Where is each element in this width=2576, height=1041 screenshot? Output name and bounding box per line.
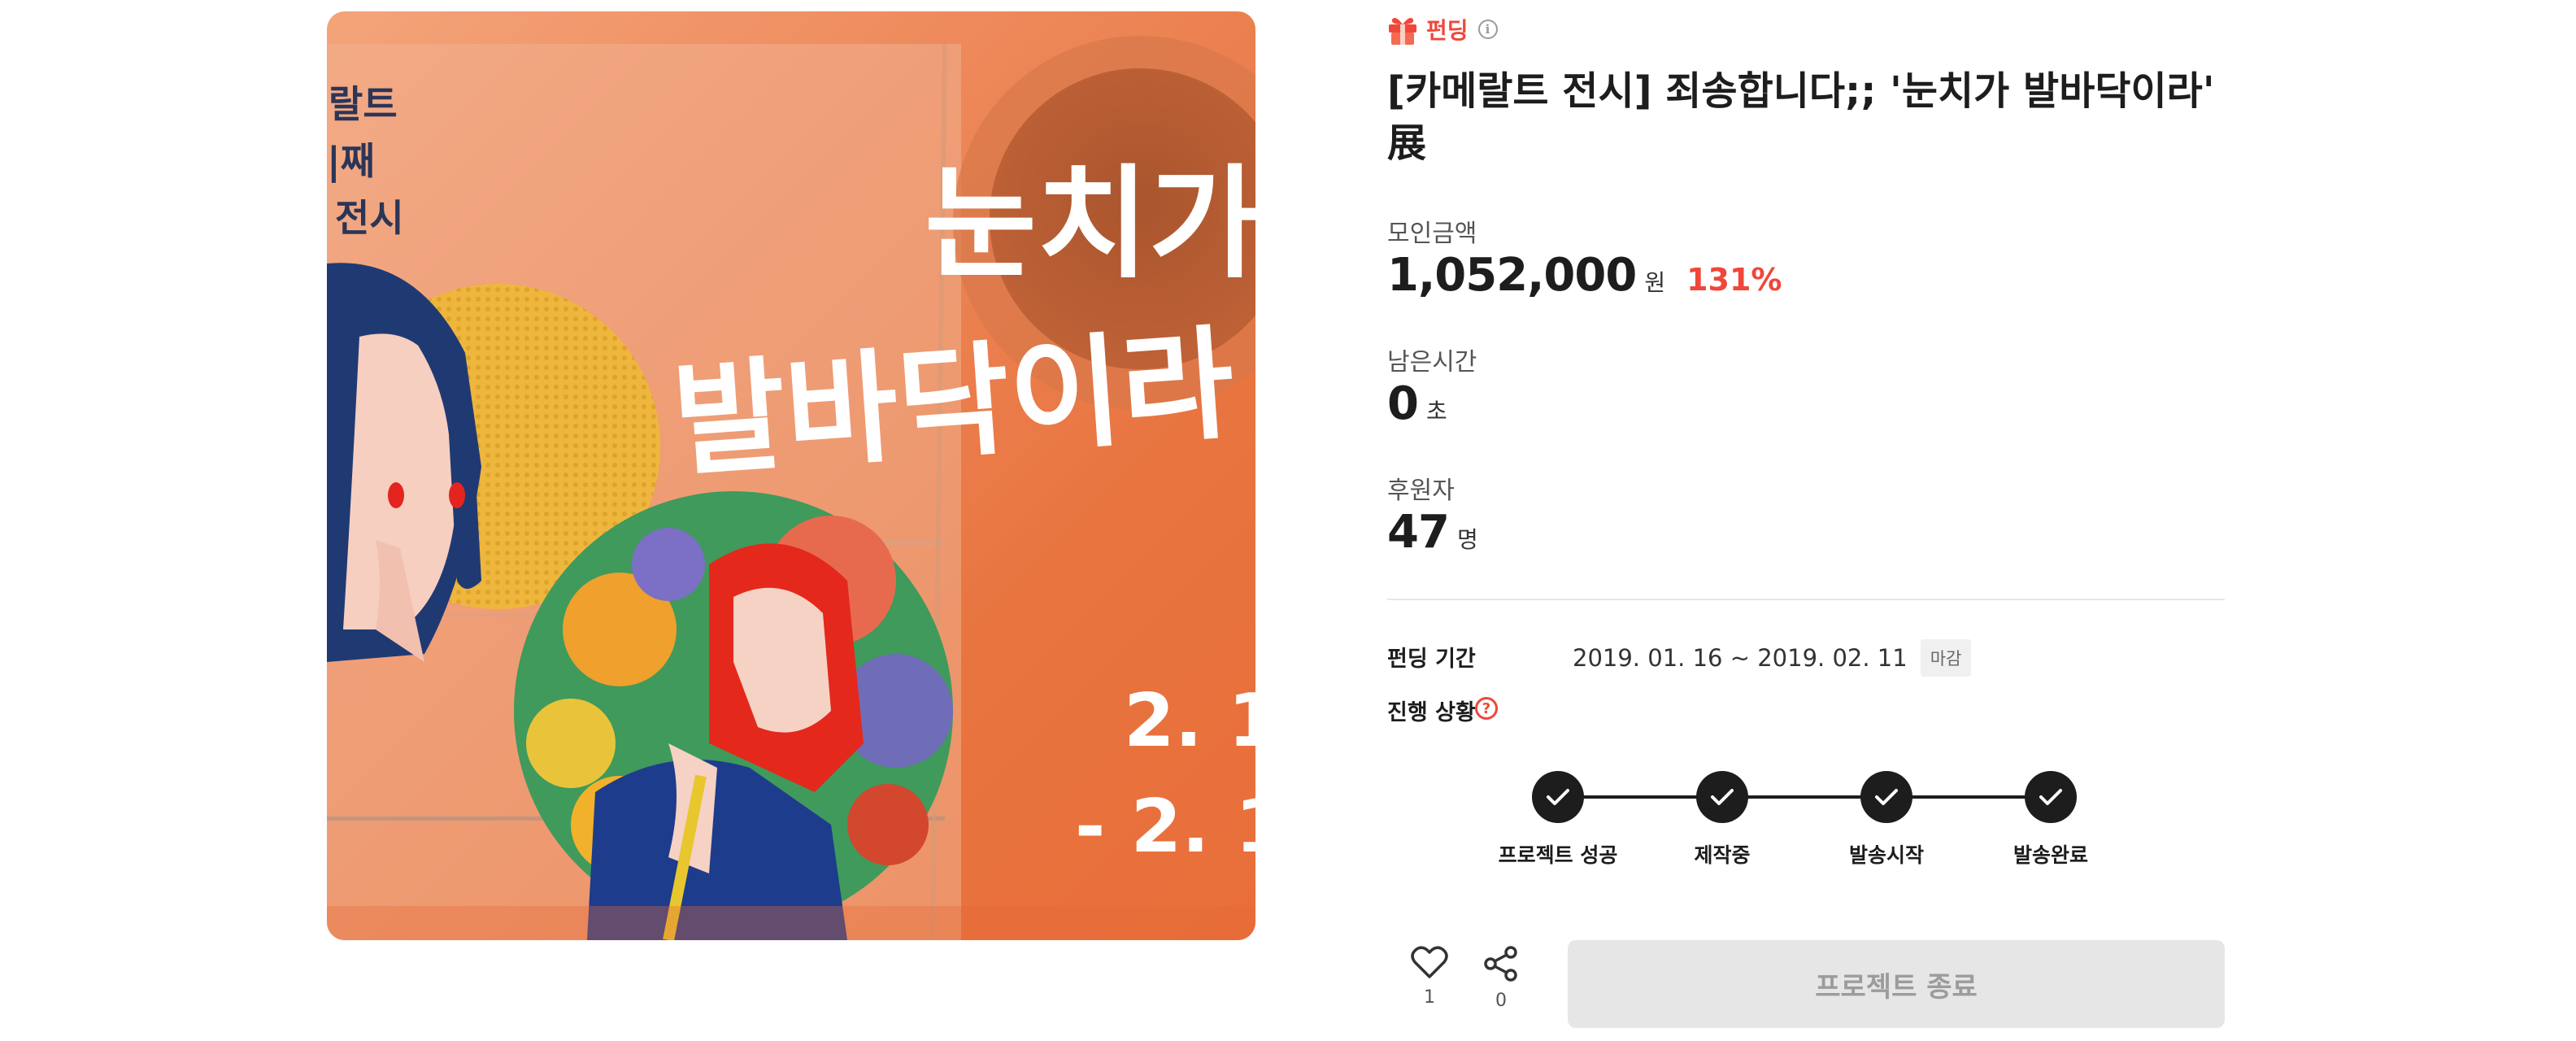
step-label-shipping-done: 발송완료: [2012, 843, 2089, 867]
like-button[interactable]: 1: [1405, 945, 1454, 1008]
step-label-shipping-start: 발송시작: [1848, 843, 1925, 867]
remaining-time-value: 0: [1387, 377, 1419, 430]
funding-badge-label: 펀딩: [1426, 17, 1469, 44]
step-check-icon: [1532, 771, 1584, 823]
step-check-icon: [1696, 771, 1748, 823]
gift-icon: [1387, 13, 1418, 46]
backers-value: 47: [1387, 506, 1450, 559]
project-ended-button[interactable]: 프로젝트 종료: [1568, 940, 2225, 1028]
cover-date-end: - 2. 1: [1075, 784, 1255, 869]
funding-badge: 펀딩 i: [1387, 13, 1498, 46]
remaining-time-row: 0 초: [1387, 377, 1447, 430]
amount-label: 모인금액: [1387, 220, 1477, 248]
progress-line: [1558, 795, 2049, 799]
share-count: 0: [1495, 991, 1507, 1011]
backers-unit: 명: [1456, 526, 1478, 553]
remaining-time-label: 남은시간: [1387, 348, 1477, 377]
achievement-percent: 131%: [1686, 262, 1782, 298]
amount-unit: 원: [1644, 269, 1666, 296]
step-check-icon: [1860, 771, 1912, 823]
cover-date-start: 2. 1: [1124, 678, 1255, 764]
cover-text-small-3: 전시: [335, 196, 404, 240]
project-page: 랄트 |째 전시 눈치가 발바닥이라 2. 1 - 2. 1 펀딩 i [카메랄…: [0, 0, 2576, 1041]
like-count: 1: [1424, 987, 1435, 1008]
backers-label: 후원자: [1387, 477, 1455, 505]
progress-status-label: 진행 상황: [1387, 700, 1476, 725]
project-title: [카메랄트 전시] 죄송합니다;; '눈치가 발바닥이라' 展: [1387, 68, 2215, 166]
funding-period-label: 펀딩 기간: [1387, 647, 1476, 672]
step-label-success: 프로젝트 성공: [1498, 843, 1618, 867]
amount-value: 1,052,000: [1387, 249, 1637, 302]
project-cover-image: 랄트 |째 전시 눈치가 발바닥이라 2. 1 - 2. 1: [327, 11, 1255, 940]
funding-period: 2019. 01. 16 ~ 2019. 02. 11 마감: [1573, 639, 1972, 677]
info-icon[interactable]: i: [1477, 20, 1498, 39]
backers-row: 47 명: [1387, 506, 1478, 559]
heart-icon: [1411, 946, 1448, 982]
help-icon[interactable]: ?: [1475, 697, 1498, 720]
section-divider: [1387, 599, 2225, 600]
progress-steps: 프로젝트 성공 제작중 발송시작 발송완료: [1387, 771, 2225, 869]
share-button[interactable]: 0: [1477, 945, 1525, 1011]
cover-text-small-2: |째: [327, 139, 376, 183]
closed-tag: 마감: [1920, 639, 1972, 677]
cover-title-line-1: 눈치가: [925, 154, 1255, 295]
step-label-production: 제작중: [1694, 843, 1751, 867]
share-icon: [1482, 946, 1520, 986]
step-check-icon: [2025, 771, 2077, 823]
amount-value-row: 1,052,000 원 131%: [1387, 249, 1782, 302]
remaining-time-unit: 초: [1425, 398, 1447, 425]
funding-period-value: 2019. 01. 16 ~ 2019. 02. 11: [1573, 644, 1908, 672]
cover-text-small-1: 랄트: [329, 82, 398, 126]
